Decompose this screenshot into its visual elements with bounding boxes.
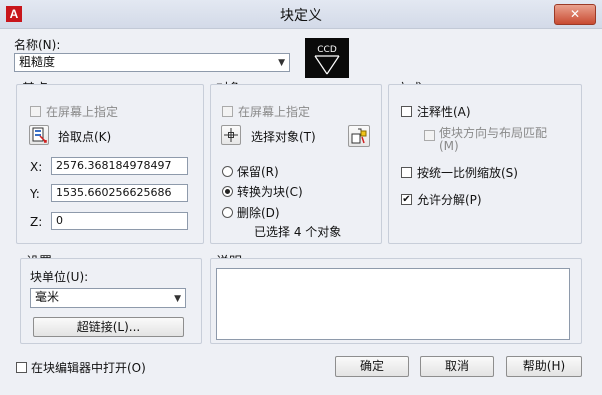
y-field[interactable]: 1535.660256625686 — [51, 184, 188, 202]
block-name-combo[interactable]: 粗糙度 ▼ — [14, 53, 290, 72]
block-unit-value: 毫米 — [35, 290, 60, 304]
objects-specify-on-screen-label: 在屏幕上指定 — [238, 105, 311, 119]
base-specify-on-screen-label: 在屏幕上指定 — [46, 105, 119, 119]
convert-to-block-radio[interactable] — [222, 186, 233, 197]
delete-radio[interactable] — [222, 207, 233, 218]
roughness-symbol-icon: CCD — [314, 45, 340, 75]
ok-button[interactable]: 确定 — [335, 356, 409, 377]
block-unit-combo[interactable]: 毫米 ▼ — [30, 288, 186, 308]
window-title: 块定义 — [280, 8, 322, 24]
delete-label: 删除(D) — [237, 206, 280, 220]
match-orientation-label: 使块方向与布局匹配(M) — [439, 126, 548, 153]
scale-uniformly-label: 按统一比例缩放(S) — [417, 166, 518, 180]
chevron-down-icon[interactable]: ▼ — [278, 55, 285, 72]
pick-point-icon — [32, 127, 47, 143]
convert-to-block-label: 转换为块(C) — [237, 185, 303, 199]
pick-point-label[interactable]: 拾取点(K) — [58, 128, 111, 145]
allow-exploding-checkbox[interactable]: ✔ — [401, 194, 412, 205]
description-textarea[interactable] — [216, 268, 570, 340]
objects-specify-on-screen-checkbox[interactable] — [222, 106, 233, 117]
x-label: X: — [30, 160, 43, 174]
hyperlink-button[interactable]: 超链接(L)... — [33, 317, 184, 337]
block-name-value: 粗糙度 — [19, 55, 56, 69]
open-in-editor-checkbox[interactable] — [16, 362, 27, 373]
close-button[interactable]: ✕ — [554, 4, 596, 25]
annotative-label: 注释性(A) — [417, 105, 471, 119]
help-button[interactable]: 帮助(H) — [506, 356, 582, 377]
retain-label: 保留(R) — [237, 165, 279, 179]
x-field[interactable]: 2576.368184978497 — [51, 157, 188, 175]
annotative-checkbox[interactable] — [401, 106, 412, 117]
scale-uniformly-checkbox[interactable] — [401, 167, 412, 178]
name-label: 名称(N): — [14, 38, 61, 52]
block-unit-label: 块单位(U): — [30, 270, 89, 284]
match-orientation-checkbox[interactable] — [424, 130, 435, 141]
selected-count-text: 已选择 4 个对象 — [254, 225, 342, 239]
z-field[interactable]: 0 — [51, 212, 188, 230]
quick-select-icon — [351, 128, 367, 144]
retain-radio[interactable] — [222, 166, 233, 177]
chevron-down-icon[interactable]: ▼ — [174, 291, 181, 308]
cancel-button[interactable]: 取消 — [420, 356, 494, 377]
z-label: Z: — [30, 215, 43, 229]
quick-select-button[interactable] — [348, 125, 370, 147]
select-objects-label[interactable]: 选择对象(T) — [251, 128, 316, 145]
y-label: Y: — [30, 187, 40, 201]
pick-point-button[interactable] — [29, 125, 49, 145]
block-preview: CCD — [305, 38, 349, 78]
open-in-editor-label: 在块编辑器中打开(O) — [31, 361, 146, 375]
title-bar: A 块定义 ✕ — [0, 0, 602, 29]
checkmark-icon: ✔ — [402, 194, 411, 205]
preview-symbol-text: CCD — [317, 45, 337, 55]
select-objects-button[interactable] — [221, 125, 241, 145]
base-specify-on-screen-checkbox[interactable] — [30, 106, 41, 117]
allow-exploding-label: 允许分解(P) — [417, 193, 482, 207]
crosshair-icon — [224, 128, 238, 142]
